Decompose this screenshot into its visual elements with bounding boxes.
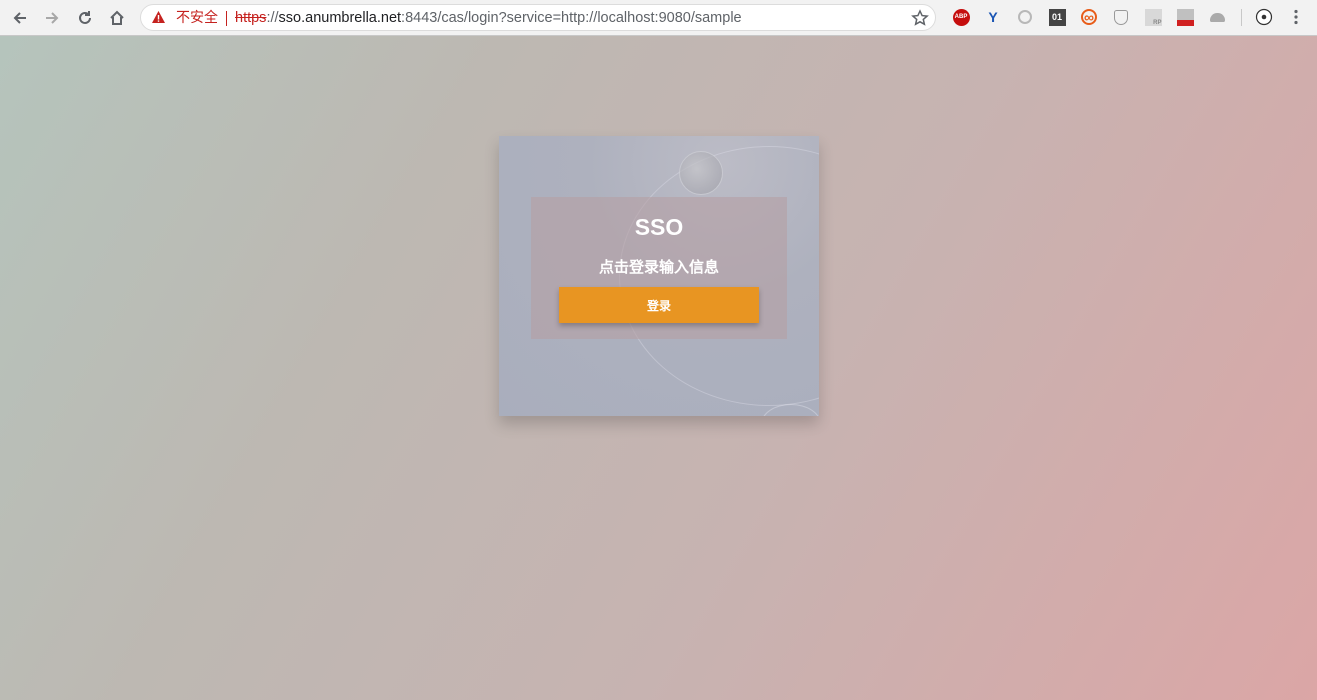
y-extension-icon-glyph: Y [988,9,998,25]
address-bar[interactable]: 不安全 https://sso.anumbrella.net:8443/cas/… [140,4,936,31]
puzzle-extension-icon[interactable] [1176,8,1194,26]
profile-avatar[interactable] [1255,8,1273,26]
warning-icon [152,11,165,23]
forward-arrow-icon [46,12,59,24]
url-path: :8443/cas/login?service=http://localhost… [401,10,742,26]
infinity-extension-icon[interactable]: ∞ [1080,8,1098,26]
home-icon [110,10,124,25]
not-secure-label[interactable]: 不安全 [176,9,218,27]
adblock-icon[interactable]: ABP [952,8,970,26]
login-subtitle: 点击登录输入信息 [598,258,719,276]
refresh-extension-icon-glyph [1018,10,1032,24]
shield-extension-icon[interactable] [1112,8,1130,26]
moon-decoration [679,151,723,195]
kebab-menu-icon [1294,9,1298,25]
adblock-icon-glyph: ABP [952,8,970,26]
home-button[interactable] [105,6,129,30]
soccer-ball-icon [1255,8,1273,26]
url-scheme: https [235,10,267,26]
bookmark-star-icon[interactable] [911,9,929,27]
login-title: SSO [634,214,684,240]
refresh-extension-icon[interactable] [1016,8,1034,26]
login-card: SSO 点击登录输入信息 登录 [499,136,819,416]
binary-extension-icon-glyph: 01 [1048,8,1066,26]
forward-button[interactable] [40,6,64,30]
reload-button[interactable] [73,6,97,30]
reload-icon [79,11,91,24]
puzzle-extension-icon-glyph [1176,8,1194,26]
umbrella-extension-icon[interactable] [1208,8,1226,26]
toolbar-separator [1241,9,1242,26]
infinity-extension-icon-glyph: ∞ [1081,9,1097,25]
rp-extension-icon-glyph: RP [1144,8,1162,26]
back-button[interactable] [8,6,32,30]
address-separator [226,11,227,26]
login-panel: SSO 点击登录输入信息 登录 [531,197,787,339]
url-text[interactable]: https://sso.anumbrella.net:8443/cas/logi… [235,9,742,27]
shield-extension-icon-glyph [1114,9,1128,25]
umbrella-extension-icon-glyph [1209,12,1225,22]
rp-extension-icon[interactable]: RP [1144,8,1162,26]
back-arrow-icon [13,12,26,24]
y-extension-icon[interactable]: Y [984,8,1002,26]
browser-toolbar: 不安全 https://sso.anumbrella.net:8443/cas/… [0,0,1317,36]
url-host: sso.anumbrella.net [278,10,402,26]
url-scheme-separator: :// [266,10,279,26]
page-background: SSO 点击登录输入信息 登录 [0,36,1317,700]
browser-menu-button[interactable] [1287,8,1305,26]
binary-extension-icon[interactable]: 01 [1048,8,1066,26]
login-button[interactable]: 登录 [559,287,759,323]
